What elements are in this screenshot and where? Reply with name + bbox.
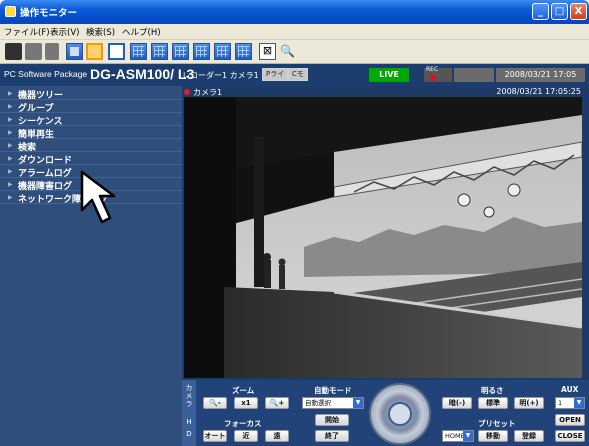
rec-label: REC: [426, 66, 439, 73]
camera-image[interactable]: [184, 97, 582, 378]
sidebar-item-download[interactable]: ▶ ダウンロード: [0, 153, 182, 166]
layout-4-icon[interactable]: [86, 43, 103, 60]
model-name: DG-ASM100/ L3: [90, 66, 195, 82]
sidebar-item-device-tree[interactable]: ▶ 機器ツリー: [0, 88, 182, 101]
layout-1-icon[interactable]: [66, 43, 83, 60]
layout-grid-icon[interactable]: [151, 43, 168, 60]
brightness-standard-button[interactable]: 標準: [478, 397, 508, 409]
live-indicator: LIVE: [369, 68, 409, 82]
preset-select[interactable]: HOME ▼: [442, 430, 474, 442]
preset-register-button[interactable]: 登録: [514, 430, 544, 442]
preset-move-button[interactable]: 移動: [478, 430, 508, 442]
layout-grid-icon[interactable]: [214, 43, 231, 60]
sidebar-item-group[interactable]: ▶ グループ: [0, 101, 182, 114]
dial-center-button[interactable]: [388, 402, 412, 426]
chevron-right-icon: ▶: [8, 90, 13, 97]
sidebar-item-sequence[interactable]: ▶ シーケンス: [0, 114, 182, 127]
minimize-button[interactable]: _: [532, 3, 549, 20]
menu-help[interactable]: ヘルプ(H): [122, 26, 161, 38]
auto-mode-label: 自動モード: [314, 386, 352, 395]
sidebar: ▶ 機器ツリー ▶ グループ ▶ シーケンス ▶ 簡単再生 ▶ 検索 ▶ ダウン…: [0, 86, 182, 446]
toolbar: ⊠ 🔍: [0, 40, 589, 64]
chevron-right-icon: ▶: [8, 194, 13, 201]
camera-icon[interactable]: [5, 43, 22, 60]
header-button-a[interactable]: Pライ: [262, 68, 289, 81]
menu-search[interactable]: 検索(S): [86, 26, 115, 38]
status-box: [454, 68, 494, 82]
mouse-cursor-icon: [80, 170, 116, 224]
aux-select[interactable]: 1 ▼: [555, 397, 585, 409]
layout-grid-icon[interactable]: [172, 43, 189, 60]
zoom-in-button[interactable]: 🔍+: [265, 397, 289, 409]
package-label: PC Software Package: [4, 69, 88, 79]
focus-far-button[interactable]: 遠: [265, 430, 289, 442]
aux-open-button[interactable]: OPEN: [555, 414, 585, 426]
preset-label: プリセット: [478, 419, 516, 428]
chevron-right-icon: ▶: [8, 181, 13, 188]
auto-start-button[interactable]: 開始: [315, 414, 349, 426]
window-title: 操作モニター: [20, 8, 78, 19]
chevron-down-icon: ▼: [463, 431, 473, 441]
close-button[interactable]: X: [570, 3, 587, 20]
zoom-icon[interactable]: 🔍: [279, 43, 296, 60]
tab-h-label: H: [186, 418, 192, 426]
layout-grid-icon[interactable]: [235, 43, 252, 60]
title-bar: 操作モニター _ □ X: [0, 0, 589, 24]
layout-grid-icon[interactable]: [130, 43, 147, 60]
camera-status-dot-icon: [184, 89, 190, 95]
header-button-b[interactable]: Cモ: [288, 68, 308, 81]
chevron-right-icon: ▶: [8, 116, 13, 123]
tab-d-label: D: [186, 430, 192, 438]
close-layout-icon[interactable]: ⊠: [259, 43, 276, 60]
recorder-camera-label: レコーダー1 カメラ1: [182, 71, 259, 80]
chevron-right-icon: ▶: [8, 103, 13, 110]
auto-mode-select[interactable]: 自動選択 ▼: [302, 397, 364, 409]
chevron-right-icon: ▶: [8, 129, 13, 136]
chevron-down-icon: ▼: [574, 398, 584, 408]
print-icon[interactable]: [25, 43, 42, 60]
brightness-dark-button[interactable]: 暗(-): [442, 397, 472, 409]
chevron-right-icon: ▶: [8, 155, 13, 162]
camera-tab-label: カメラ: [185, 384, 193, 408]
datetime-display: 2008/03/21 17:05: [496, 68, 585, 82]
sidebar-item-simple-playback[interactable]: ▶ 簡単再生: [0, 127, 182, 140]
zoom-x1-button[interactable]: x1: [234, 397, 258, 409]
chevron-down-icon: ▼: [353, 398, 363, 408]
zoom-label: ズーム: [232, 386, 255, 395]
menu-bar: ファイル(F) 表示(V) 検索(S) ヘルプ(H): [0, 24, 589, 40]
menu-file[interactable]: ファイル(F): [4, 26, 50, 38]
auto-stop-button[interactable]: 終了: [315, 430, 349, 442]
brightness-bright-button[interactable]: 明(+): [514, 397, 544, 409]
menu-view[interactable]: 表示(V): [50, 26, 79, 38]
aux-close-button[interactable]: CLOSE: [555, 430, 585, 442]
maximize-button[interactable]: □: [551, 3, 568, 20]
chevron-right-icon: ▶: [8, 168, 13, 175]
aux-label: AUX: [561, 385, 579, 394]
layout-single-icon[interactable]: [108, 43, 125, 60]
rec-dot-icon: [430, 75, 436, 81]
zoom-out-button[interactable]: 🔍-: [203, 397, 227, 409]
layout-grid-icon[interactable]: [193, 43, 210, 60]
camera-timestamp: 2008/03/21 17:05:25: [496, 87, 581, 96]
focus-auto-button[interactable]: オート: [203, 430, 227, 442]
app-icon: [5, 6, 16, 17]
focus-label: フォーカス: [224, 419, 262, 428]
chevron-right-icon: ▶: [8, 142, 13, 149]
header-bar: PC Software Package DG-ASM100/ L3 レコーダー1…: [0, 64, 589, 86]
sidebar-item-search[interactable]: ▶ 検索: [0, 140, 182, 153]
focus-near-button[interactable]: 近: [234, 430, 258, 442]
brightness-label: 明るさ: [481, 386, 504, 395]
export-icon[interactable]: [45, 43, 59, 60]
